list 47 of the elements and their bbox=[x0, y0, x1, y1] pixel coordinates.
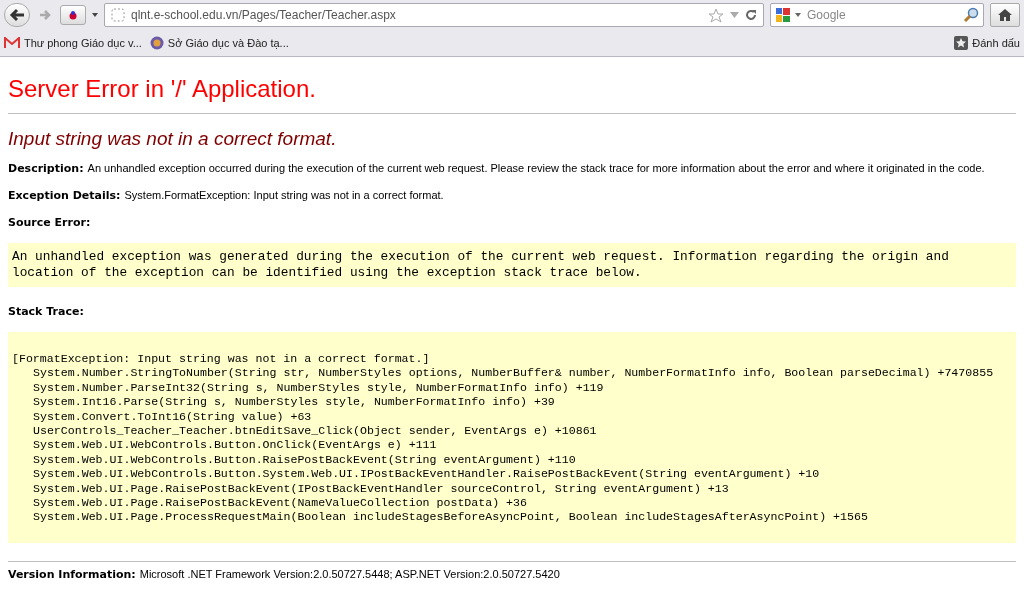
exception-line: [FormatException: Input string was not in a correct format.] bbox=[12, 352, 430, 367]
section-label: Description: bbox=[8, 162, 84, 175]
dot-icon bbox=[69, 10, 77, 20]
section-text: Microsoft .NET Framework Version:2.0.50727.5448; ASP.NET Version:2.0.50727.5420 bbox=[139, 567, 560, 581]
address-bar[interactable]: qlnt.e-school.edu.vn/Pages/Teacher/Teacher.aspx bbox=[104, 3, 764, 27]
stack-frame-line: System.Int16.Parse(String s, NumberStyles style, NumberFormatInfo info) +39 bbox=[33, 395, 555, 410]
section-label: Exception Details: bbox=[8, 189, 121, 202]
back-arrow-icon bbox=[9, 8, 25, 22]
dashed-square-icon bbox=[111, 8, 125, 22]
home-button[interactable] bbox=[990, 3, 1020, 27]
search-field[interactable]: Google bbox=[770, 3, 984, 27]
star-icon[interactable] bbox=[708, 7, 724, 23]
section-label: Version Information: bbox=[8, 567, 136, 581]
error-message: Input string was not in a correct format. bbox=[8, 128, 338, 150]
section-label: Stack Trace: bbox=[8, 305, 84, 318]
search-icon[interactable] bbox=[963, 7, 979, 23]
star-icon bbox=[954, 36, 969, 50]
url-text: qlnt.e-school.edu.vn/Pages/Teacher/Teacher.aspx bbox=[131, 8, 397, 22]
stack-frame-line: System.Web.UI.Page.RaisePostBackEvent(IPostBackEventHandler sourceControl, String eventArgument) +13 bbox=[33, 481, 729, 497]
reload-icon[interactable] bbox=[745, 9, 757, 21]
stack-frame-line: System.Convert.ToInt16(String value) +63 bbox=[33, 409, 312, 425]
code-line: An unhandled exception was generated during the execution of the current web request. Information regarding the origin and bbox=[12, 249, 949, 265]
stack-frame-line: System.Web.UI.Page.ProcessRequestMain(Boolean includeStagesBeforeAsyncPoint, Boolean includeStagesAfterAsyncPoint) +1565 bbox=[33, 510, 868, 525]
stack-frame-line: UserControls_Teacher_Teacher.btnEditSave_Click(Object sender, EventArgs e) +10861 bbox=[33, 424, 597, 439]
stack-frame-line: System.Web.UI.Page.RaisePostBackEvent(NameValueCollection postData) +36 bbox=[33, 496, 527, 511]
back-button[interactable] bbox=[4, 3, 30, 27]
stack-frame-line: System.Web.UI.WebControls.Button.OnClick(EventArgs e) +111 bbox=[33, 438, 437, 453]
dropdown-caret-icon[interactable] bbox=[795, 13, 801, 17]
section-text: An unhandled exception occurred during the execution of the current web request. Please review the stack trace for more information about the error and where it originated in the code. bbox=[87, 162, 985, 175]
section-label: Source Error: bbox=[8, 216, 91, 229]
error-title: Server Error in '/' Application. bbox=[8, 74, 316, 104]
tab-group-button[interactable] bbox=[60, 5, 86, 25]
code-line: location of the exception can be identified using the exception stack trace below. bbox=[12, 265, 642, 281]
emblem-icon bbox=[149, 36, 164, 50]
home-icon bbox=[998, 9, 1012, 21]
stack-frame-line: System.Number.StringToNumber(String str, NumberStyles options, NumberBuffer& number, NumberFormatInfo info, Boolean parseDecimal) +7470855 bbox=[33, 366, 994, 381]
section-text: System.FormatException: Input string was not in a correct format. bbox=[124, 189, 444, 202]
bookmark-item[interactable]: Thư phong Giáo dục v... bbox=[4, 37, 142, 49]
colored-squares-icon[interactable] bbox=[775, 7, 791, 23]
stack-frame-line: System.Web.UI.WebControls.Button.System.Web.UI.IPostBackEventHandler.RaisePostBackEvent(String eventArgument) +10 bbox=[33, 467, 820, 482]
stack-frame-line: System.Web.UI.WebControls.Button.RaisePostBackEvent(String eventArgument) +110 bbox=[33, 452, 576, 468]
dropdown-caret-icon[interactable] bbox=[92, 13, 98, 17]
envelope-m-icon bbox=[4, 37, 20, 49]
bookmarks-menu[interactable]: Đánh dấu bbox=[954, 36, 1020, 50]
bookmark-item[interactable]: Sở Giáo dục và Đào tạ... bbox=[149, 36, 289, 50]
stack-frame-line: System.Number.ParseInt32(String s, NumberStyles style, NumberFormatInfo info) +119 bbox=[33, 380, 604, 396]
forward-arrow-icon bbox=[39, 9, 51, 21]
